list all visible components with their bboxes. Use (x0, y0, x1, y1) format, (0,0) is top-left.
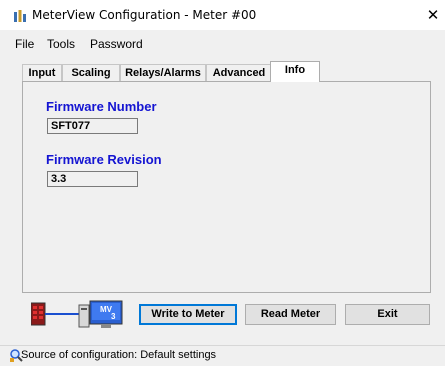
menu-bar: File Tools Password (0, 37, 445, 55)
firmware-revision-label: Firmware Revision (46, 152, 162, 167)
menu-file[interactable]: File (15, 37, 34, 51)
menu-tools[interactable]: Tools (47, 37, 75, 51)
firmware-number-label: Firmware Number (46, 99, 157, 114)
tab-strip: Input Scaling Relays/Alarms Advanced Inf… (22, 61, 422, 82)
status-bar: Source of configuration: Default setting… (0, 345, 445, 366)
status-text: Source of configuration: Default setting… (21, 349, 217, 361)
tab-relays-alarms[interactable]: Relays/Alarms (120, 64, 206, 81)
meter-computer-icon: MV 3 (31, 300, 123, 328)
tab-info[interactable]: Info (270, 61, 320, 82)
device-badge-number: 3 (111, 312, 116, 321)
info-panel: Firmware Number SFT077 Firmware Revision… (22, 81, 431, 293)
tab-advanced[interactable]: Advanced (206, 64, 272, 81)
tab-input[interactable]: Input (22, 64, 62, 81)
firmware-number-field: SFT077 (47, 118, 138, 134)
write-to-meter-button[interactable]: Write to Meter (139, 304, 237, 325)
tab-scaling[interactable]: Scaling (62, 64, 120, 81)
close-button[interactable]: ✕ (421, 0, 445, 30)
meter-app-icon (14, 10, 26, 22)
title-bar: MeterView Configuration - Meter #00 ✕ (0, 0, 445, 30)
window-title: MeterView Configuration - Meter #00 (32, 8, 257, 22)
menu-password[interactable]: Password (90, 37, 143, 51)
firmware-revision-field: 3.3 (47, 171, 138, 187)
read-meter-button[interactable]: Read Meter (245, 304, 336, 325)
exit-button[interactable]: Exit (345, 304, 430, 325)
